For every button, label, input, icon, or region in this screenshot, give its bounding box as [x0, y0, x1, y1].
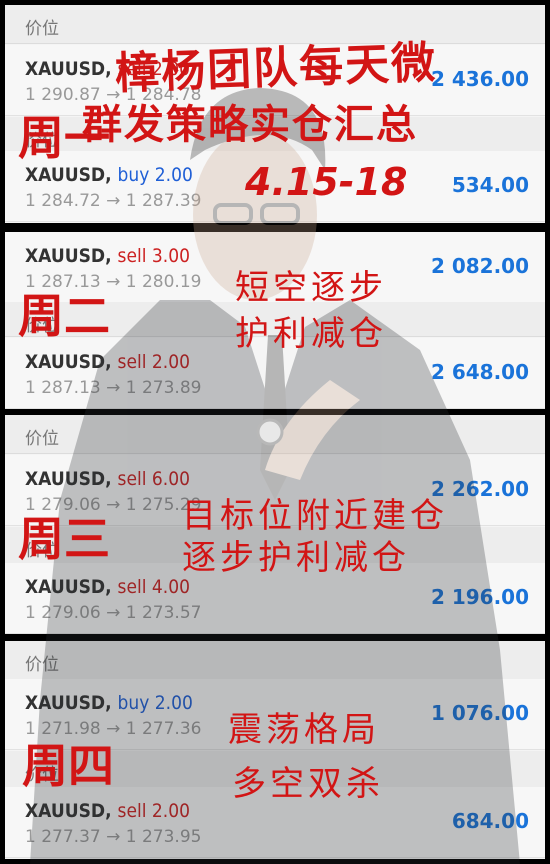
overlay-note-thu-1: 震荡格局 [228, 710, 380, 750]
trade-profit: 2 082.00 [430, 254, 529, 278]
arrow-icon: → [106, 827, 121, 847]
overlay-note-wed-2: 逐步护利减仓 [182, 538, 410, 578]
trade-prices: 1 284.72 → 1 287.39 [25, 191, 201, 211]
screenshot-collage: 价位 XAUUSD, sell 2.00 1 290.87 → 1 284.78… [0, 0, 550, 864]
trade-symbol: XAUUSD, [25, 58, 112, 80]
trade-side: buy 2.00 [117, 692, 193, 714]
trade-prices: 1 287.13 → 1 273.89 [25, 378, 201, 398]
trade-side: sell 2.00 [117, 800, 190, 822]
overlay-date-range: 4.15-18 [245, 160, 408, 204]
price-open: 1 277.37 [25, 827, 101, 847]
price-close: 1 287.39 [125, 191, 202, 211]
trade-symbol: XAUUSD, [25, 468, 112, 490]
header-label: 价位 [25, 429, 59, 449]
trade-symbol: XAUUSD, [25, 692, 112, 714]
arrow-icon: → [106, 603, 121, 623]
trade-profit: 684.00 [451, 809, 529, 833]
trade-side: buy 2.00 [117, 164, 193, 186]
overlay-day-wed: 周三 [18, 512, 110, 566]
trade-profit: 1 076.00 [430, 701, 529, 725]
trade-prices: 1 277.37 → 1 273.95 [25, 827, 201, 847]
overlay-note-tue-1: 短空逐步 [235, 268, 387, 308]
overlay-day-tue: 周二 [18, 289, 110, 343]
trade-profit: 2 648.00 [430, 360, 529, 384]
price-open: 1 287.13 [25, 378, 101, 398]
trade-profit: 2 436.00 [430, 67, 529, 91]
trade-side: sell 6.00 [117, 468, 190, 490]
header-label: 价位 [25, 19, 59, 39]
trade-symbol: XAUUSD, [25, 351, 112, 373]
trade-profit: 2 196.00 [430, 585, 529, 609]
trade-prices: 1 279.06 → 1 273.57 [25, 603, 201, 623]
trade-side: sell 2.00 [117, 351, 190, 373]
price-open: 1 279.06 [25, 603, 101, 623]
price-close: 1 273.57 [125, 603, 202, 623]
trade-side: sell 3.00 [117, 245, 190, 267]
overlay-day-mon: 周一 [18, 111, 110, 165]
price-close: 1 280.19 [125, 272, 202, 292]
overlay-day-thu: 周四 [22, 739, 114, 793]
price-open: 1 284.72 [25, 191, 101, 211]
price-close: 1 277.36 [125, 719, 202, 739]
trade-profit: 534.00 [451, 173, 529, 197]
trade-side: sell 4.00 [117, 576, 190, 598]
price-close: 1 273.89 [125, 378, 202, 398]
trade-symbol: XAUUSD, [25, 245, 112, 267]
price-close: 1 273.95 [125, 827, 202, 847]
header-label: 价位 [25, 655, 59, 675]
overlay-title-line2: 群发策略实仓汇总 [82, 101, 418, 148]
trade-symbol: XAUUSD, [25, 800, 112, 822]
overlay-note-tue-2: 护利减仓 [235, 314, 387, 354]
arrow-icon: → [106, 378, 121, 398]
trade-symbol: XAUUSD, [25, 576, 112, 598]
arrow-icon: → [106, 191, 121, 211]
column-header: 价位 [5, 415, 545, 454]
column-header: 价位 [5, 641, 545, 680]
overlay-title-line1: 樟杨团队每天微 [114, 37, 438, 100]
overlay-note-thu-2: 多空双杀 [232, 764, 384, 804]
